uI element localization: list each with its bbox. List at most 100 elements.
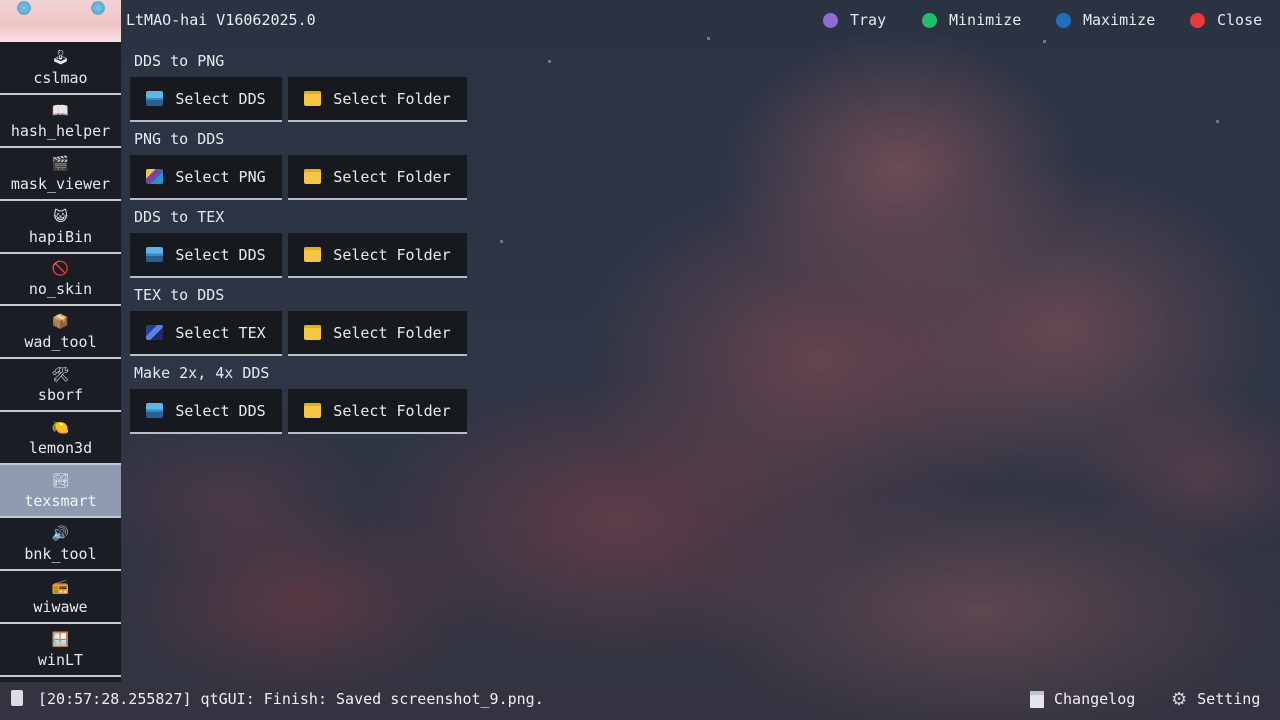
png-image-icon — [146, 169, 164, 184]
star — [500, 240, 503, 243]
sidebar-item-label: texsmart — [24, 492, 97, 511]
log-file-icon[interactable] — [11, 690, 23, 706]
folder-icon — [304, 403, 322, 418]
sidebar-item-label: cslmao — [33, 68, 88, 87]
sidebar-item-label: no_skin — [28, 280, 93, 299]
select-png-button[interactable]: Select PNG — [130, 155, 282, 200]
maximize-dot-icon — [1056, 12, 1071, 28]
cat-icon: 😺 — [53, 208, 68, 225]
tex-image-icon — [146, 325, 164, 340]
select-folder-button[interactable]: Select Folder — [288, 155, 467, 200]
sidebar-item-cslmao[interactable]: 🕹 cslmao — [0, 42, 121, 95]
button-label: Select Folder — [333, 323, 451, 342]
windows-icon: 🪟 — [51, 631, 70, 648]
select-folder-button[interactable]: Select Folder — [288, 389, 467, 434]
section-title-make-mipmaps: Make 2x, 4x DDS — [134, 364, 270, 382]
sidebar-item-label: hash_helper — [10, 121, 111, 140]
sidebar-item-texsmart[interactable]: 🏞 texsmart — [0, 465, 121, 519]
dds-image-icon — [146, 247, 164, 262]
select-dds-button[interactable]: Select DDS — [130, 77, 282, 122]
close-button[interactable]: Close — [1190, 11, 1262, 29]
setting-label: Setting — [1197, 690, 1261, 708]
folder-icon — [304, 169, 322, 184]
section-title-dds-to-tex: DDS to TEX — [134, 208, 225, 226]
radio-icon: 📻 — [51, 578, 70, 595]
speaker-icon: 🔊 — [51, 525, 70, 542]
close-label: Close — [1217, 11, 1263, 29]
minimize-label: Minimize — [949, 11, 1022, 29]
gear-icon: ⚙ — [1171, 688, 1188, 710]
tools-icon: 🛠 — [51, 367, 70, 384]
star — [707, 37, 710, 40]
select-folder-button[interactable]: Select Folder — [288, 77, 467, 122]
sidebar-item-hapibin[interactable]: 😺 hapiBin — [0, 200, 121, 254]
button-label: Select Folder — [333, 89, 451, 108]
button-label: Select Folder — [333, 167, 451, 186]
sidebar-item-mask-viewer[interactable]: 🎬 mask_viewer — [0, 147, 121, 201]
sidebar-item-label: lemon3d — [28, 439, 93, 458]
button-label: Select PNG — [175, 167, 266, 186]
changelog-label: Changelog — [1054, 690, 1136, 708]
sidebar-item-label: hapiBin — [28, 227, 93, 246]
sidebar-item-label: wad_tool — [24, 333, 97, 352]
select-folder-button[interactable]: Select Folder — [288, 311, 467, 356]
status-log-text: [20:57:28.255827] qtGUI: Finish: Saved s… — [38, 690, 544, 708]
select-dds-button[interactable]: Select DDS — [130, 233, 282, 278]
dds-image-icon — [146, 91, 164, 106]
sidebar-item-lemon3d[interactable]: 🍋 lemon3d — [0, 412, 121, 466]
button-label: Select Folder — [333, 245, 451, 264]
minimize-button[interactable]: Minimize — [922, 11, 1021, 29]
sidebar: 🕹 cslmao 📖 hash_helper 🎬 mask_viewer 😺 h… — [0, 0, 121, 682]
tray-button[interactable]: Tray — [823, 11, 886, 29]
sidebar-item-label: bnk_tool — [24, 544, 97, 563]
dds-image-icon — [146, 403, 164, 418]
avatar[interactable] — [0, 0, 121, 42]
sidebar-item-label: sborf — [37, 386, 84, 405]
button-label: Select DDS — [175, 245, 266, 264]
tray-label: Tray — [850, 11, 887, 29]
button-label: Select TEX — [175, 323, 266, 342]
sidebar-item-hash-helper[interactable]: 📖 hash_helper — [0, 94, 121, 148]
sidebar-item-wiwawe[interactable]: 📻 wiwawe — [0, 570, 121, 624]
sidebar-item-sborf[interactable]: 🛠 sborf — [0, 359, 121, 413]
setting-button[interactable]: ⚙ Setting — [1171, 690, 1260, 708]
section-title-tex-to-dds: TEX to DDS — [134, 286, 225, 304]
section-title-png-to-dds: PNG to DDS — [134, 130, 225, 148]
section-title-dds-to-png: DDS to PNG — [134, 52, 225, 70]
book-icon: 📖 — [51, 102, 70, 119]
prohibited-icon: 🚫 — [51, 261, 70, 278]
star — [548, 60, 551, 63]
sidebar-nav: 🕹 cslmao 📖 hash_helper 🎬 mask_viewer 😺 h… — [0, 42, 121, 677]
picture-icon: 🏞 — [51, 473, 70, 490]
joystick-icon: 🕹 — [51, 49, 70, 66]
star — [1043, 40, 1046, 43]
sidebar-item-bnk-tool[interactable]: 🔊 bnk_tool — [0, 518, 121, 571]
sidebar-item-wad-tool[interactable]: 📦 wad_tool — [0, 306, 121, 360]
sidebar-item-no-skin[interactable]: 🚫 no_skin — [0, 253, 121, 307]
maximize-label: Maximize — [1083, 11, 1156, 29]
close-dot-icon — [1190, 12, 1205, 28]
changelog-button[interactable]: Changelog — [1030, 690, 1135, 708]
sidebar-item-label: wiwawe — [33, 597, 88, 616]
tray-dot-icon — [823, 12, 838, 28]
button-label: Select DDS — [175, 89, 266, 108]
select-dds-button[interactable]: Select DDS — [130, 389, 282, 434]
minimize-dot-icon — [922, 12, 937, 28]
folder-icon — [304, 91, 322, 106]
sidebar-item-label: winLT — [37, 650, 84, 669]
button-label: Select Folder — [333, 401, 451, 420]
maximize-button[interactable]: Maximize — [1056, 11, 1155, 29]
select-tex-button[interactable]: Select TEX — [130, 311, 282, 356]
button-label: Select DDS — [175, 401, 266, 420]
clapper-icon: 🎬 — [51, 155, 70, 172]
package-icon: 📦 — [51, 314, 70, 331]
document-icon — [1030, 690, 1044, 708]
star — [1216, 120, 1219, 123]
app-title: LtMAO-hai V16062025.0 — [126, 11, 316, 29]
select-folder-button[interactable]: Select Folder — [288, 233, 467, 278]
sidebar-item-label: mask_viewer — [10, 174, 111, 193]
folder-icon — [304, 247, 322, 262]
folder-icon — [304, 325, 322, 340]
sidebar-item-winlt[interactable]: 🪟 winLT — [0, 623, 121, 677]
lemon-icon: 🍋 — [51, 420, 70, 437]
